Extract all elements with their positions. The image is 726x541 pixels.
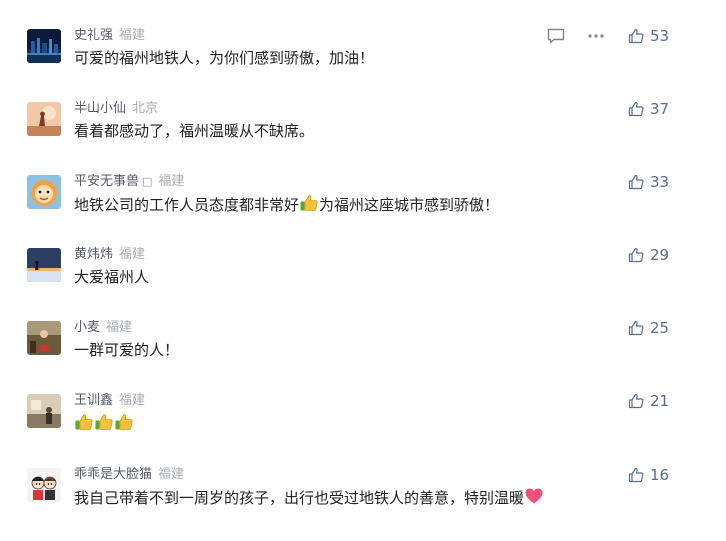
like-count: 53 — [650, 27, 670, 45]
comment-text: 大爱福州人 — [74, 268, 150, 286]
thumb-up-outline-icon — [628, 247, 644, 263]
commenter-name[interactable]: 乖乖是大脸猫 — [74, 467, 152, 482]
comment-text: 可爱的福州地铁人，为你们感到骄傲，加油！ — [74, 49, 375, 67]
like-count: 16 — [650, 466, 670, 484]
like-button[interactable]: 53 — [628, 26, 669, 46]
comment-text-part: 为福州这座城市感到骄傲！ — [319, 196, 500, 214]
commenter-name[interactable]: 王训鑫 — [74, 393, 113, 408]
like-button[interactable]: 25 — [628, 318, 669, 338]
thumbs-up-icon — [299, 193, 319, 219]
comment-meta: 史礼强 福建 — [74, 27, 145, 45]
like-count: 21 — [650, 392, 670, 410]
commenter-location: 福建 — [158, 174, 185, 189]
commenter-location: 福建 — [119, 247, 146, 262]
commenter-name[interactable]: 黄炜炜 — [74, 247, 113, 262]
user-badge: □ — [142, 175, 153, 188]
commenter-location: 福建 — [106, 320, 133, 335]
comment-meta: 乖乖是大脸猫 福建 — [74, 466, 184, 484]
comment-text — [74, 412, 134, 438]
more-button[interactable] — [586, 26, 606, 46]
comment-text-part: 地铁公司的工作人员态度都非常好 — [74, 196, 300, 214]
thumbs-up-icon — [74, 412, 94, 438]
avatar[interactable] — [27, 394, 61, 428]
comment-text: 我自己带着不到一周岁的孩子，出行也受过地铁人的善意，特别温暖 — [74, 486, 544, 512]
comment-icon — [547, 28, 565, 44]
comment-item: 小麦 福建 一群可爱的人！ 25 — [0, 318, 726, 394]
comment-meta: 小麦 福建 — [74, 319, 132, 337]
like-button[interactable]: 37 — [628, 99, 669, 119]
like-count: 33 — [650, 173, 670, 191]
like-count: 37 — [650, 100, 670, 118]
avatar[interactable] — [27, 29, 61, 63]
comment-meta: 黄炜炜 福建 — [74, 246, 145, 264]
comment-item: 王训鑫 福建 21 — [0, 391, 726, 467]
comment-item: 半山小仙 北京 看着都感动了，福州温暖从不缺席。 37 — [0, 99, 726, 175]
comment-text: 看着都感动了，福州温暖从不缺席。 — [74, 122, 315, 140]
like-button[interactable]: 29 — [628, 245, 669, 265]
avatar[interactable] — [27, 102, 61, 136]
like-button[interactable]: 33 — [628, 172, 669, 192]
comment-text-part: 我自己带着不到一周岁的孩子，出行也受过地铁人的善意，特别温暖 — [74, 489, 525, 507]
thumbs-up-icon — [114, 412, 134, 438]
thumbs-up-icon — [94, 412, 114, 438]
comment-text: 一群可爱的人！ — [74, 341, 180, 359]
heart-icon — [524, 486, 544, 512]
commenter-name[interactable]: 小麦 — [74, 320, 100, 335]
commenter-location: 福建 — [158, 467, 185, 482]
comment-meta: 半山小仙 北京 — [74, 100, 158, 118]
comment-item: 史礼强 福建 可爱的福州地铁人，为你们感到骄傲，加油！ 53 — [0, 26, 726, 102]
thumb-up-outline-icon — [628, 393, 644, 409]
avatar[interactable] — [27, 248, 61, 282]
thumb-up-outline-icon — [628, 467, 644, 483]
comment-item: 乖乖是大脸猫 福建 我自己带着不到一周岁的孩子，出行也受过地铁人的善意，特别温暖 … — [0, 465, 726, 541]
like-button[interactable]: 16 — [628, 465, 669, 485]
avatar[interactable] — [27, 468, 61, 502]
thumb-up-outline-icon — [628, 320, 644, 336]
like-count: 29 — [650, 246, 670, 264]
avatar[interactable] — [27, 321, 61, 355]
comment-text: 地铁公司的工作人员态度都非常好 为福州这座城市感到骄傲！ — [74, 193, 499, 219]
comment-meta: 王训鑫 福建 — [74, 392, 145, 410]
like-count: 25 — [650, 319, 670, 337]
comment-item: 黄炜炜 福建 大爱福州人 29 — [0, 245, 726, 321]
thumb-up-outline-icon — [628, 28, 644, 44]
comment-meta: 平安无事兽 □ 福建 — [74, 173, 184, 191]
commenter-name[interactable]: 史礼强 — [74, 28, 113, 43]
commenter-location: 福建 — [119, 393, 146, 408]
commenter-name[interactable]: 半山小仙 — [74, 101, 126, 116]
commenter-location: 福建 — [119, 28, 146, 43]
avatar[interactable] — [27, 175, 61, 209]
more-dots-icon — [588, 34, 604, 38]
thumb-up-outline-icon — [628, 101, 644, 117]
reply-button[interactable] — [546, 26, 566, 46]
like-button[interactable]: 21 — [628, 391, 669, 411]
thumb-up-outline-icon — [628, 174, 644, 190]
comment-item: 平安无事兽 □ 福建 地铁公司的工作人员态度都非常好 为福州这座城市感到骄傲！ 33 — [0, 172, 726, 248]
commenter-name[interactable]: 平安无事兽 — [74, 174, 139, 189]
commenter-location: 北京 — [132, 101, 159, 116]
